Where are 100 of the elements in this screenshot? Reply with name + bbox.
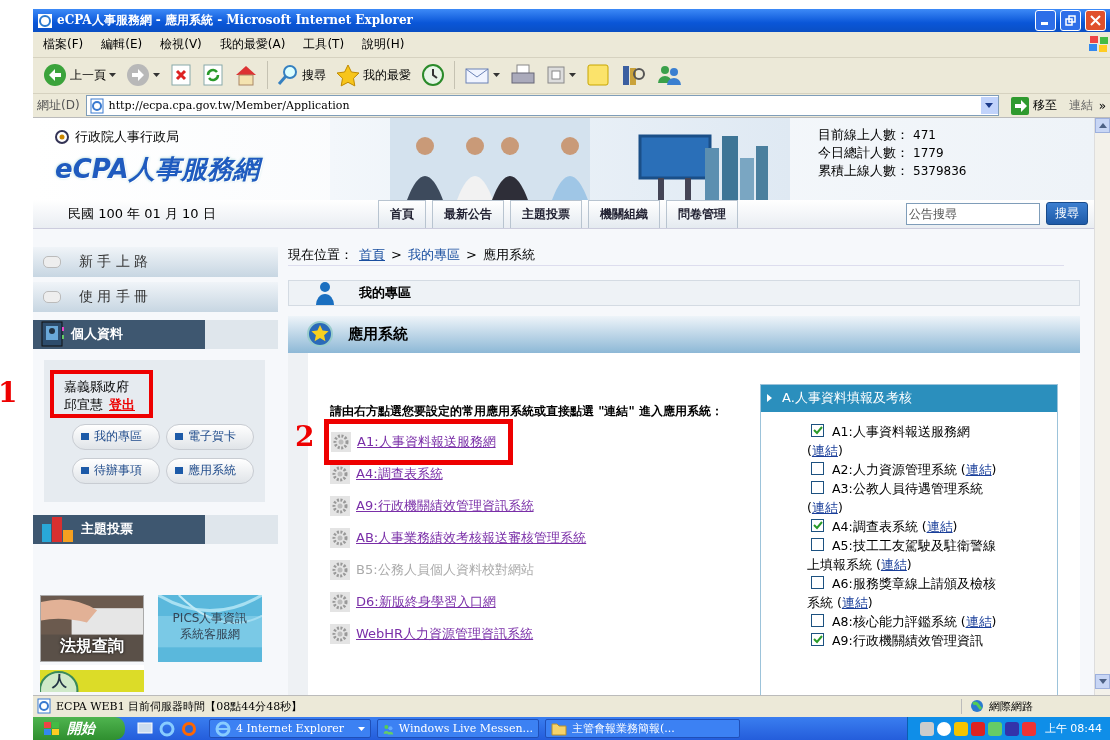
tray-icon[interactable] (1004, 721, 1019, 736)
link[interactable]: 連結 (811, 499, 838, 515)
scrollbar[interactable] (1094, 117, 1110, 695)
scroll-down-icon[interactable] (1098, 678, 1107, 684)
breadcrumb-separator: > (391, 247, 402, 263)
taskbar-button[interactable]: 4 Internet Explorer (209, 719, 371, 738)
browser-shortcut[interactable] (159, 720, 175, 737)
gear-icon (330, 527, 350, 548)
site-logo[interactable]: eCPA人事服務網 (55, 151, 330, 187)
system-option: A9:行政機關績效管理資訊 (807, 630, 1011, 650)
system-option: A3:公教人員待遇管理系統 (連結) (807, 478, 1011, 517)
browser-icon (159, 720, 175, 737)
banner-link[interactable]: PICS人事資訊 系統客服網 (158, 594, 262, 662)
app-link[interactable]: A9:行政機關績效管理資訊系統 (356, 496, 534, 515)
links-label[interactable]: 連結 (1068, 97, 1093, 114)
checkbox[interactable] (811, 575, 824, 589)
link[interactable]: 連結 (926, 518, 953, 534)
link[interactable]: 連結 (965, 461, 992, 477)
link[interactable]: 連結 (841, 594, 868, 610)
circle-icon[interactable] (936, 721, 951, 736)
link[interactable]: 連結 (811, 442, 838, 458)
app-link[interactable]: D6:新版終身學習入口網 (356, 592, 496, 611)
sidebar-link[interactable]: 新 手 上 路 (33, 246, 278, 277)
checkbox[interactable] (811, 518, 824, 532)
link[interactable]: 連結 (880, 556, 907, 572)
breadcrumb-link[interactable]: 我的專區 (407, 245, 460, 264)
system-option: A4:調查表系統 (連結) (807, 516, 1011, 536)
close-button[interactable] (1085, 10, 1106, 32)
checkbox[interactable] (811, 537, 824, 551)
nav-tab[interactable]: 問卷管理 (666, 199, 738, 228)
square-icon (81, 467, 89, 475)
breadcrumb-link[interactable]: 首頁 (359, 245, 385, 264)
person-icon (315, 280, 335, 305)
desktop-icon (137, 720, 153, 737)
app-link[interactable]: AB:人事業務績效考核報送審核管理系統 (356, 528, 587, 547)
menu-item[interactable]: 檔案(F) (41, 35, 86, 53)
menu-item[interactable]: 檢視(V) (158, 35, 204, 53)
checkbox[interactable] (811, 480, 824, 494)
menu-item[interactable]: 編輯(E) (99, 35, 145, 53)
minimize-button[interactable] (1035, 10, 1056, 32)
user-name: 邱宜慧 (64, 396, 103, 412)
note-icon (586, 63, 610, 88)
date-text: 民國 100 年 01 月 10 日 (67, 204, 217, 223)
search-button[interactable]: 搜尋 (1046, 202, 1088, 226)
search-icon (277, 64, 299, 87)
square-icon (81, 433, 89, 441)
browser-icon (215, 720, 231, 737)
section-title: 我的專區 (359, 283, 411, 302)
app-link[interactable]: WebHR人力資源管理資訊系統 (356, 624, 534, 643)
address-label: 網址(D) (37, 97, 80, 114)
square-icon (175, 433, 183, 441)
scroll-up-icon[interactable] (1098, 122, 1107, 128)
nav-tab[interactable]: 首頁 (378, 199, 426, 228)
breadcrumb-separator: > (465, 247, 477, 263)
nav-tab[interactable]: 最新公告 (432, 199, 504, 228)
system-option: A6:服務獎章線上請頒及檢核系統 (連結) (807, 573, 1011, 612)
checkbox[interactable] (811, 632, 824, 646)
breadcrumb-label: 現在位置： (288, 245, 353, 264)
search-field[interactable]: 公告搜尋 (906, 202, 1040, 225)
menu-item[interactable]: 工具(T) (301, 35, 347, 53)
gear-icon (330, 495, 350, 516)
nav-tab[interactable]: 主題投票 (510, 199, 582, 228)
taskbar-button[interactable]: 主管會報業務簡報(... (545, 719, 740, 738)
nav-tab[interactable]: 機關組織 (588, 199, 660, 228)
desktop-shortcut[interactable] (137, 720, 153, 737)
favorites-button[interactable]: 我的最愛 (332, 61, 415, 89)
restore-button[interactable] (1060, 10, 1081, 32)
caret-icon (153, 73, 160, 78)
banner-link[interactable]: 人 (40, 664, 144, 692)
profile-button[interactable]: 電子賀卡 (166, 423, 254, 450)
go-button[interactable]: 移至 (1004, 95, 1063, 116)
banner-link[interactable]: 法規查詢 (40, 594, 144, 662)
taskbar-button[interactable]: Windows Live Messen... (377, 719, 539, 738)
sidebar-link[interactable]: 使 用 手 冊 (33, 281, 278, 312)
caret-icon (358, 726, 365, 731)
back-button[interactable]: 上一頁 (39, 61, 120, 90)
profile-button[interactable]: 我的專區 (72, 423, 160, 450)
stat-value: 471 (913, 127, 936, 142)
gear-icon (330, 463, 350, 484)
checkbox[interactable] (811, 613, 824, 627)
menu-item[interactable]: 說明(H) (360, 35, 407, 53)
zone-text: 網際網路 (989, 698, 1033, 714)
profile-button[interactable]: 待辦事項 (72, 457, 160, 484)
profile-button[interactable]: 應用系統 (166, 457, 254, 484)
restore-icon (1065, 15, 1076, 27)
logout-link[interactable]: 登出 (109, 396, 135, 412)
square-icon (175, 467, 183, 475)
address-field[interactable]: http://ecpa.cpa.gov.tw/Member/Application (85, 95, 999, 116)
more-chevron[interactable]: » (1098, 98, 1106, 113)
checkbox[interactable] (811, 423, 824, 437)
page-icon (546, 65, 566, 86)
checkbox[interactable] (811, 461, 824, 475)
menu-item[interactable]: 我的最愛(A) (217, 35, 288, 53)
browser-icon (37, 12, 53, 29)
callout-number: 2 (295, 419, 315, 453)
search-button[interactable]: 搜尋 (273, 62, 330, 89)
link[interactable]: 連結 (965, 613, 992, 629)
app-link[interactable]: A4:調查表系統 (356, 464, 443, 483)
app-link[interactable]: A1:人事資料報送服務網 (357, 432, 496, 451)
system-option: A5:技工工友駕駛及駐衛警線上填報系統 (連結) (807, 535, 1011, 574)
